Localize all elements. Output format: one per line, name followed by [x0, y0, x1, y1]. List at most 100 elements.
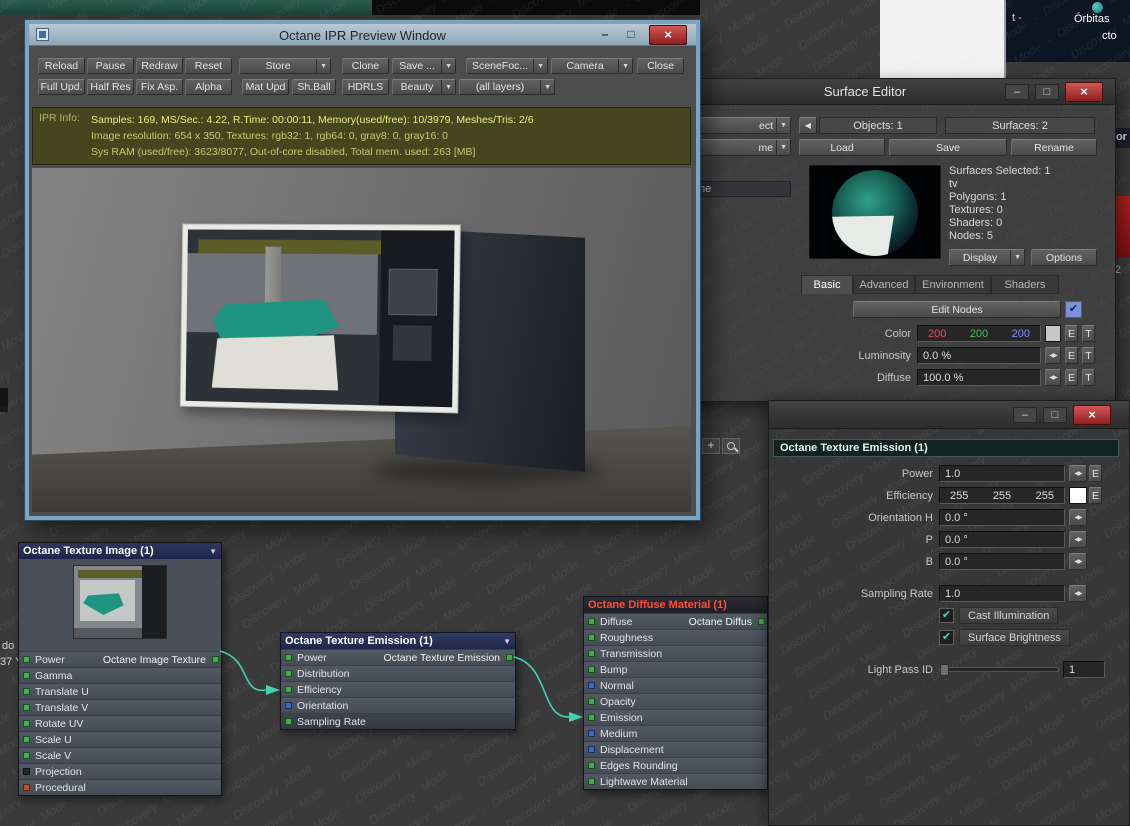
node-header[interactable]: Octane Texture Image (1) ▼	[19, 543, 221, 559]
color-g-value[interactable]: 200	[970, 328, 988, 340]
orbitas-label[interactable]: Órbitas	[1074, 13, 1109, 25]
diffuse-texture-button[interactable]: T	[1082, 369, 1095, 386]
orientation-p-field[interactable]: 0.0 °	[939, 531, 1065, 548]
input-pin-icon[interactable]	[588, 746, 595, 753]
input-pin-icon[interactable]	[23, 752, 30, 759]
edit-nodes-button[interactable]: Edit Nodes	[853, 301, 1061, 318]
minimize-button[interactable]: –	[1005, 84, 1029, 100]
efficiency-envelope-button[interactable]: E	[1089, 487, 1102, 504]
surface-brightness-checkbox[interactable]: ✔	[939, 630, 954, 645]
color-b-value[interactable]: 200	[1012, 328, 1030, 340]
input-pin-icon[interactable]	[588, 778, 595, 785]
input-pin-icon[interactable]	[588, 730, 595, 737]
maximize-button[interactable]: □	[1035, 84, 1059, 100]
node-row[interactable]: Power Octane Image Texture	[19, 651, 221, 667]
display-dropdown[interactable]: Display ▼	[949, 249, 1025, 266]
node-row[interactable]: Emission	[584, 709, 767, 725]
orientation-h-stepper[interactable]: ◀▶	[1069, 509, 1087, 526]
node-row[interactable]: Displacement	[584, 741, 767, 757]
node-row[interactable]: Distribution	[281, 665, 515, 681]
alpha-button[interactable]: Alpha	[185, 79, 232, 95]
output-pin-icon[interactable]	[758, 618, 765, 625]
input-pin-icon[interactable]	[285, 686, 292, 693]
save-dropdown[interactable]: Save ... ▼	[392, 58, 456, 74]
ipr-render-viewport[interactable]	[32, 168, 691, 512]
edit-by-dropdown[interactable]: ect ▼	[691, 117, 791, 134]
layers-dropdown[interactable]: (all layers) ▼	[459, 79, 555, 95]
orientation-b-field[interactable]: 0.0 °	[939, 553, 1065, 570]
input-pin-icon[interactable]	[588, 650, 595, 657]
light-pass-id-slider[interactable]	[939, 664, 1059, 676]
input-pin-icon[interactable]	[285, 654, 292, 661]
node-row[interactable]: Projection	[19, 763, 221, 779]
node-header[interactable]: Octane Diffuse Material (1)	[584, 597, 767, 613]
node-row[interactable]: Lightwave Material	[584, 773, 767, 789]
node-row[interactable]: Medium	[584, 725, 767, 741]
node-row[interactable]: Gamma	[19, 667, 221, 683]
emission-window-titlebar[interactable]: – □ ×	[769, 401, 1129, 429]
color-rgb-field[interactable]: 200 200 200	[917, 325, 1041, 342]
orientation-p-stepper[interactable]: ◀▶	[1069, 531, 1087, 548]
node-octane-texture-emission[interactable]: Octane Texture Emission (1) ▼ Power Octan…	[280, 632, 516, 730]
load-button[interactable]: Load	[799, 139, 885, 156]
node-row[interactable]: Translate U	[19, 683, 221, 699]
fix-aspect-button[interactable]: Fix Asp.	[136, 79, 183, 95]
input-pin-icon[interactable]	[588, 634, 595, 641]
node-row[interactable]: Diffuse Octane Diffus	[584, 613, 767, 629]
hdrls-button[interactable]: HDRLS	[342, 79, 389, 95]
power-envelope-button[interactable]: E	[1089, 465, 1102, 482]
color-swatch[interactable]	[1045, 325, 1061, 342]
node-row[interactable]: Roughness	[584, 629, 767, 645]
mat-update-button[interactable]: Mat Upd	[242, 79, 289, 95]
node-row[interactable]: Efficiency	[281, 681, 515, 697]
close-render-button[interactable]: Close	[637, 58, 684, 74]
clone-button[interactable]: Clone	[342, 58, 389, 74]
luminosity-texture-button[interactable]: T	[1082, 347, 1095, 364]
orientation-b-stepper[interactable]: ◀▶	[1069, 553, 1087, 570]
input-pin-icon[interactable]	[23, 704, 30, 711]
beauty-dropdown[interactable]: Beauty ▼	[392, 79, 456, 95]
input-pin-icon[interactable]	[285, 670, 292, 677]
close-button[interactable]: ×	[1065, 82, 1103, 102]
node-row[interactable]: Transmission	[584, 645, 767, 661]
camera-dropdown[interactable]: Camera ▼	[551, 58, 633, 74]
tab-advanced[interactable]: Advanced	[853, 275, 915, 294]
output-pin-icon[interactable]	[506, 654, 513, 661]
diffuse-field[interactable]: 100.0 %	[917, 369, 1041, 386]
efficiency-b[interactable]: 255	[1036, 490, 1054, 502]
color-r-value[interactable]: 200	[928, 328, 946, 340]
input-pin-icon[interactable]	[588, 762, 595, 769]
light-pass-id-field[interactable]: 1	[1063, 661, 1105, 678]
close-button[interactable]: ×	[1073, 405, 1111, 425]
power-field[interactable]: 1.0	[939, 465, 1065, 482]
orientation-h-field[interactable]: 0.0 °	[939, 509, 1065, 526]
surface-back-button[interactable]: ◀	[799, 117, 817, 134]
input-pin-icon[interactable]	[285, 702, 292, 709]
diffuse-stepper[interactable]: ◀▶	[1045, 369, 1061, 386]
node-row[interactable]: Bump	[584, 661, 767, 677]
efficiency-swatch[interactable]	[1069, 487, 1087, 504]
maximize-button[interactable]: □	[621, 27, 641, 43]
sampling-rate-field[interactable]: 1.0	[939, 585, 1065, 602]
node-row[interactable]: Scale V	[19, 747, 221, 763]
shader-ball-button[interactable]: Sh.Ball	[292, 79, 336, 95]
node-row[interactable]: Rotate UV	[19, 715, 221, 731]
color-texture-button[interactable]: T	[1082, 325, 1095, 342]
input-pin-icon[interactable]	[23, 736, 30, 743]
cast-illumination-checkbox[interactable]: ✔	[939, 608, 954, 623]
reload-button[interactable]: Reload	[38, 58, 85, 74]
chevron-down-icon[interactable]: ▼	[209, 547, 217, 556]
node-row[interactable]: Sampling Rate	[281, 713, 515, 729]
tab-shaders[interactable]: Shaders	[991, 275, 1059, 294]
redraw-button[interactable]: Redraw	[136, 58, 183, 74]
input-pin-icon[interactable]	[23, 656, 30, 663]
maximize-button[interactable]: □	[1043, 407, 1067, 423]
minimize-button[interactable]: –	[1013, 407, 1037, 423]
efficiency-g[interactable]: 255	[993, 490, 1011, 502]
input-pin-icon[interactable]	[23, 672, 30, 679]
sampling-rate-stepper[interactable]: ◀▶	[1069, 585, 1087, 602]
power-stepper[interactable]: ◀▶	[1069, 465, 1087, 482]
input-pin-icon[interactable]	[588, 682, 595, 689]
tab-basic[interactable]: Basic	[801, 275, 853, 294]
color-envelope-button[interactable]: E	[1065, 325, 1078, 342]
